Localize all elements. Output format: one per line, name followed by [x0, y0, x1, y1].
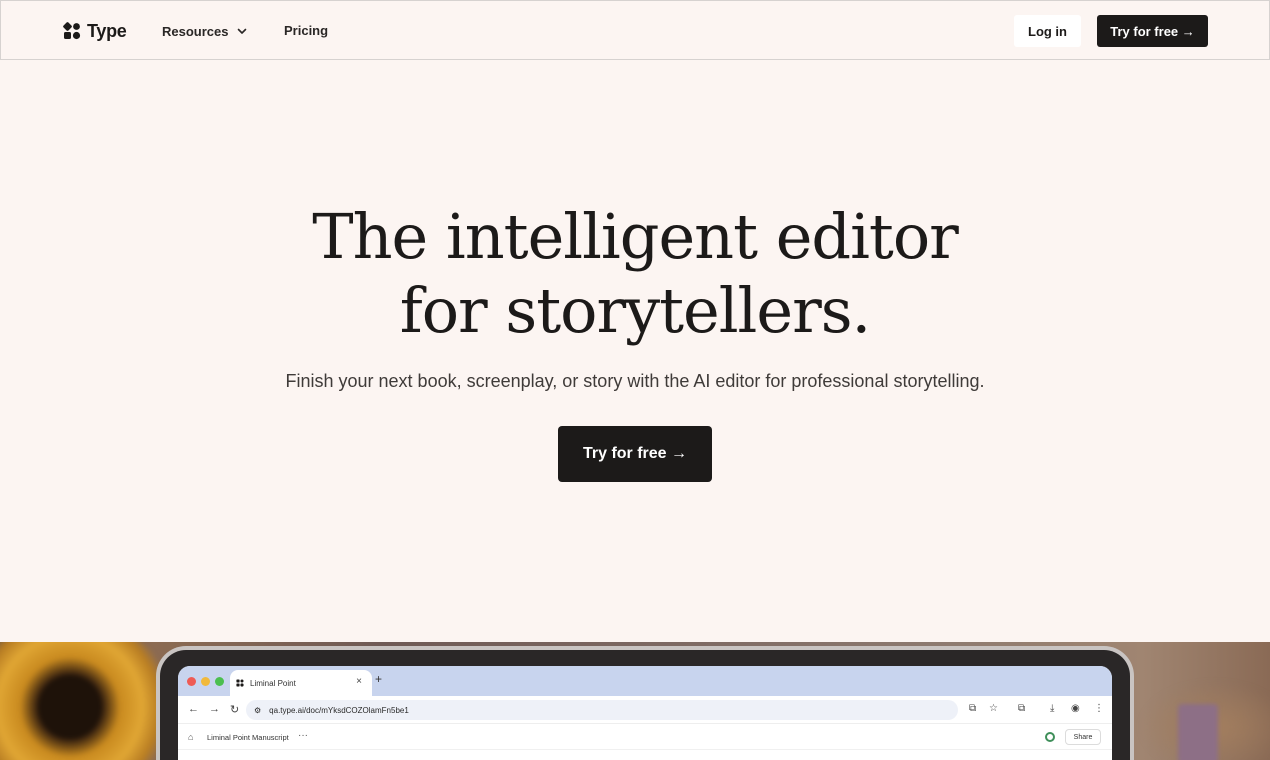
forward-arrow-icon: → [209, 703, 220, 715]
site-header: Type Resources Pricing Log in Try for fr… [0, 0, 1270, 60]
close-window-dot [187, 677, 196, 686]
document-title: Liminal Point Manuscript [207, 733, 289, 742]
browser-tab-title: Liminal Point [250, 678, 296, 688]
browser-address-bar: ⚙ qa.type.ai/doc/mYksdCOZOlamFn5be1 [246, 700, 958, 720]
home-icon: ⌂ [188, 732, 194, 742]
type-logo-icon [63, 22, 81, 40]
chevron-down-icon [238, 28, 247, 34]
more-vertical-icon: ⋮ [1094, 703, 1104, 714]
sync-status-icon [1045, 732, 1055, 742]
hero-headline-line-2: for storytellers. [399, 274, 871, 347]
back-arrow-icon: ← [188, 703, 199, 715]
nav-resources[interactable]: Resources [162, 21, 248, 41]
product-photo: Liminal Point × + ← → ↻ ⚙ qa.type.ai/doc… [0, 642, 1270, 760]
browser-tabbar: Liminal Point × + [178, 666, 1112, 696]
close-icon: × [356, 676, 362, 687]
minimize-window-dot [201, 677, 210, 686]
login-button[interactable]: Log in [1014, 15, 1081, 47]
share-button: Share [1065, 729, 1101, 745]
plus-icon: + [375, 672, 383, 686]
try-for-free-hero-button[interactable]: Try for free → [558, 426, 712, 482]
extension-icon: ⧉ [1018, 703, 1026, 714]
type-logo-icon [236, 679, 244, 687]
hero-headline-line-1: The intelligent editor [312, 200, 959, 273]
editor-appbar: ⌂ Liminal Point Manuscript ··· Share [178, 724, 1112, 750]
logo-text: Type [87, 20, 127, 41]
try-for-free-header-button[interactable]: Try for free → [1097, 15, 1208, 47]
browser-url: qa.type.ai/doc/mYksdCOZOlamFn5be1 [269, 705, 409, 715]
maximize-window-dot [215, 677, 224, 686]
cup-decoration [1178, 704, 1218, 760]
hero-subhead: Finish your next book, screenplay, or st… [285, 371, 985, 391]
laptop-screen: Liminal Point × + ← → ↻ ⚙ qa.type.ai/doc… [178, 666, 1112, 760]
nav-resources-label: Resources [162, 23, 229, 39]
sunflower-decoration [0, 642, 180, 760]
cast-icon: ⧉ [969, 703, 977, 714]
more-horizontal-icon: ··· [298, 730, 308, 741]
browser-tab: Liminal Point × [230, 670, 372, 696]
logo-link[interactable]: Type [63, 20, 127, 42]
hero-headline: The intelligent editor for storytellers. [0, 200, 1270, 348]
browser-toolbar: ← → ↻ ⚙ qa.type.ai/doc/mYksdCOZOlamFn5be… [178, 696, 1112, 724]
download-icon: ⤓ [1050, 703, 1055, 714]
reload-icon: ↻ [230, 704, 240, 716]
nav-pricing[interactable]: Pricing [284, 21, 328, 41]
profile-icon: ◉ [1071, 703, 1080, 714]
star-icon: ☆ [989, 703, 998, 714]
site-settings-icon: ⚙ [254, 705, 262, 715]
